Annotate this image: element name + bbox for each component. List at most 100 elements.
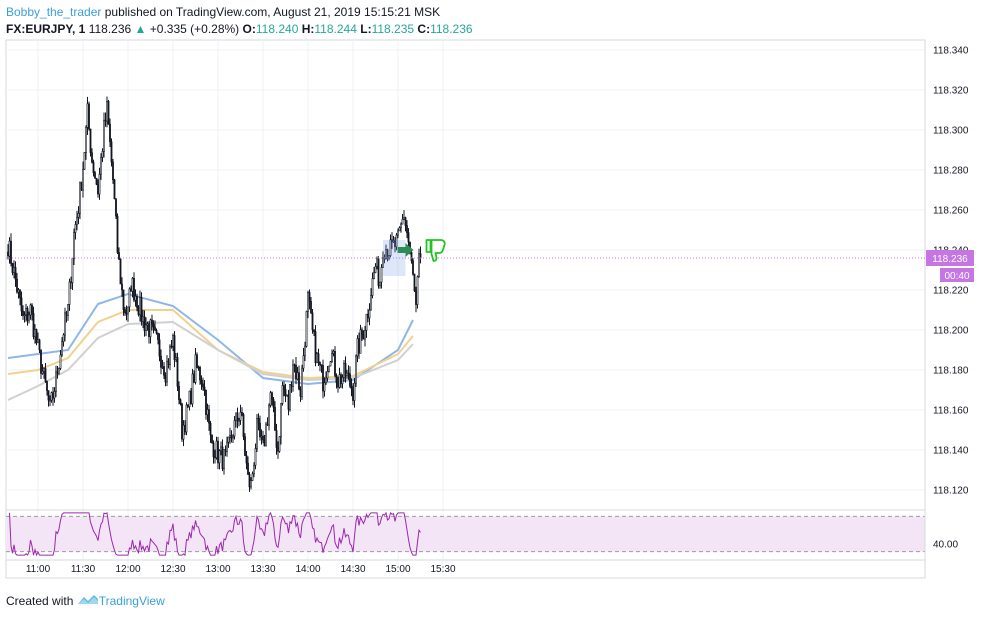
candle-body: [25, 308, 27, 316]
candle-body: [196, 354, 198, 368]
candle-body: [202, 383, 204, 388]
candle-body: [293, 364, 296, 367]
candle-body: [362, 334, 365, 340]
candle-body: [26, 308, 29, 321]
rsi-pane: [6, 511, 925, 557]
candle-body: [401, 218, 404, 225]
candle-body: [103, 119, 105, 152]
candle-body: [128, 288, 131, 308]
y-tick-label: 118.220: [933, 286, 969, 297]
candle-body: [353, 382, 356, 401]
candle-body: [224, 449, 227, 452]
candle-body: [172, 335, 174, 347]
candle-body: [22, 310, 24, 316]
candle-body: [115, 198, 117, 217]
candle-body: [137, 307, 140, 315]
candle-body: [7, 251, 9, 257]
candle-body: [19, 289, 21, 299]
candle-body: [407, 232, 410, 243]
candle-body: [116, 215, 119, 253]
candle-body: [28, 314, 30, 321]
candle-body: [188, 390, 191, 408]
tradingview-link[interactable]: TradingView: [99, 594, 165, 608]
y-tick-label: 118.300: [933, 126, 969, 137]
candle-body: [157, 332, 159, 341]
candle-body: [38, 339, 41, 351]
candle-body: [176, 357, 179, 387]
candle-body: [355, 355, 357, 384]
candle-body: [122, 289, 125, 310]
candle-body: [316, 353, 318, 364]
candle-body: [185, 404, 188, 433]
candle-body: [71, 258, 74, 283]
candle-body: [352, 388, 354, 401]
candle-body: [292, 364, 294, 388]
candle-body: [340, 374, 342, 385]
candle-body: [41, 370, 44, 374]
candle-body: [106, 100, 108, 122]
candle-body: [305, 311, 308, 347]
candle-body: [209, 422, 212, 436]
candle-body: [314, 331, 317, 364]
x-tick-label: 11:00: [26, 564, 51, 575]
candle-body: [220, 446, 222, 451]
candle-body: [124, 309, 126, 314]
tradingview-logo-icon: [77, 595, 98, 604]
candle-body: [343, 363, 345, 378]
candle-body: [349, 373, 351, 387]
countdown-tag: 00:40: [944, 271, 969, 282]
candle-body: [226, 441, 228, 452]
candle-body: [37, 339, 39, 344]
candle-body: [113, 179, 116, 200]
candle-body: [151, 319, 153, 325]
candle-body: [262, 435, 264, 441]
candle-body: [133, 278, 135, 301]
candle-body: [230, 435, 233, 439]
chart-area[interactable]: 118.340 118.320 118.300 118.280 118.260 118.2…: [0, 0, 988, 590]
candle-body: [35, 329, 38, 344]
candle-body: [161, 366, 164, 368]
candle-body: [256, 418, 258, 449]
candle-body: [101, 151, 104, 158]
candle-body: [415, 290, 417, 305]
candle-body: [235, 412, 237, 421]
candle-body: [155, 330, 158, 334]
candle-body: [142, 316, 144, 322]
candle-body: [377, 258, 380, 286]
candle-body: [199, 366, 201, 381]
candle-body: [187, 404, 189, 408]
candle-body: [308, 291, 311, 302]
candle-body: [53, 391, 56, 399]
candle-body: [250, 480, 252, 488]
candle-body: [257, 418, 260, 424]
candle-body: [160, 355, 162, 368]
candle-body: [200, 379, 203, 385]
candle-body: [152, 323, 155, 328]
candle-body: [119, 258, 122, 285]
y-tick-label: 118.120: [933, 486, 969, 497]
candle-body: [139, 297, 141, 315]
candle-body: [412, 260, 414, 275]
candle-body: [322, 365, 324, 392]
candle-body: [268, 404, 270, 426]
candle-body: [259, 422, 261, 438]
candle-body: [317, 353, 320, 363]
candle-body: [338, 374, 341, 388]
candle-body: [34, 329, 36, 338]
candle-body: [271, 392, 273, 400]
candle-body: [217, 440, 219, 464]
candle-body: [331, 353, 333, 363]
x-tick-label: 11:30: [71, 564, 96, 575]
candle-body: [346, 372, 348, 377]
candle-body: [290, 384, 293, 388]
candle-body: [223, 449, 225, 470]
candle-body: [418, 253, 420, 278]
x-tick-label: 13:00: [205, 564, 230, 575]
candle-body: [98, 173, 101, 195]
candle-body: [283, 385, 285, 390]
candle-body: [247, 462, 249, 475]
candle-body: [164, 375, 167, 383]
candle-body: [374, 266, 377, 273]
candle-body: [182, 424, 185, 440]
candle-body: [121, 283, 123, 291]
